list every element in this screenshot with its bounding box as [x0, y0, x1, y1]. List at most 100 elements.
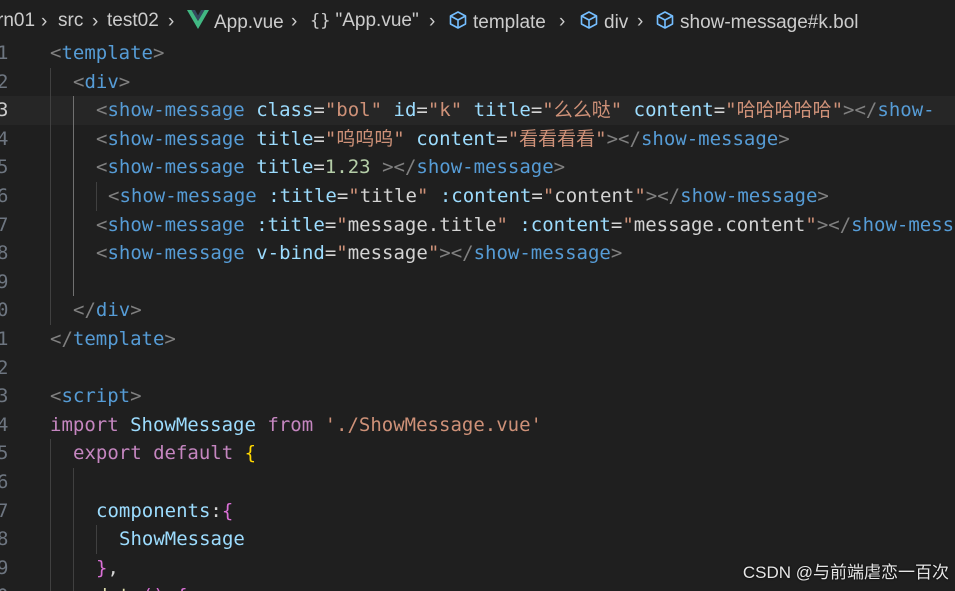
breadcrumb-item[interactable]: show-message#k.bol — [655, 10, 858, 36]
code-line[interactable]: 1 <template> — [0, 39, 955, 68]
code-line[interactable]: 8 <show-message v-bind="message"></show-m… — [0, 239, 955, 268]
code-token: show-message — [680, 185, 818, 207]
code-token: content — [554, 185, 635, 207]
code-token: = — [324, 242, 337, 265]
code-token: message — [347, 242, 428, 265]
indent-guide — [96, 182, 97, 211]
code-line[interactable]: 9 — [0, 268, 955, 297]
code-token: content — [633, 99, 714, 122]
line-number: 8 — [0, 242, 9, 265]
code-token: show-mess — [851, 213, 955, 236]
code-text: export default { — [73, 439, 256, 468]
chevron-right-icon: › — [559, 11, 566, 32]
chevron-right-icon: › — [168, 11, 175, 32]
breadcrumb-label: App.vue — [214, 12, 284, 33]
indent-guide — [73, 468, 74, 591]
code-token: < — [108, 185, 120, 207]
code-line[interactable]: 6 <show-message :title="title" :content="… — [0, 182, 955, 211]
code-text: components:{ — [96, 497, 233, 526]
code-line[interactable]: 5 export default { — [0, 439, 955, 468]
code-token: title — [359, 185, 417, 207]
code-token: show- — [877, 99, 935, 122]
code-token: default — [153, 442, 234, 465]
chevron-right-icon: › — [291, 11, 298, 32]
code-token: < — [50, 385, 62, 408]
code-token: " — [622, 213, 634, 236]
breadcrumb-item[interactable]: App.vue — [187, 10, 284, 36]
code-line[interactable]: 2 — [0, 354, 955, 383]
code-line[interactable]: 1 </template> — [0, 325, 955, 354]
braces-glyph: {} — [310, 11, 331, 31]
breadcrumb-item[interactable]: template — [448, 10, 546, 36]
code-line[interactable]: 4 import ShowMessage from './ShowMessage.… — [0, 411, 955, 440]
code-token: div — [95, 299, 131, 322]
code-token: { — [176, 585, 187, 591]
code-token: title — [256, 156, 314, 179]
line-number: 0 — [0, 299, 9, 322]
editor-window: rn01 › src › test02 › App.vue › {} "App.vue" › temp… — [0, 0, 955, 591]
breadcrumb-label: "App.vue" — [335, 10, 419, 31]
code-line[interactable]: 6 — [0, 468, 955, 497]
breadcrumb-label: div — [604, 12, 629, 33]
code-token: './ShowMessage.vue' — [324, 413, 542, 436]
code-token: = — [531, 185, 543, 207]
code-token: message.content — [633, 213, 806, 236]
code-line[interactable]: 8 ShowMessage — [0, 525, 955, 554]
code-line[interactable]: 3 <show-message class="bol" id="k" title=… — [0, 96, 955, 125]
code-line[interactable]: 3 <script> — [0, 382, 955, 411]
code-token: " — [634, 185, 646, 207]
breadcrumb-item[interactable]: rn01 — [0, 10, 35, 32]
code-line[interactable]: 0 </div> — [0, 296, 955, 325]
code-line[interactable]: 7 <show-message :title="message.title" :c… — [0, 211, 955, 240]
code-line[interactable]: 2 <div> — [0, 68, 955, 97]
code-line[interactable]: 0 data() { — [0, 582, 955, 591]
breadcrumb-label: src — [58, 10, 84, 31]
code-token: () — [142, 585, 165, 591]
code-token: show-message — [107, 99, 245, 122]
cube-icon — [655, 10, 675, 36]
code-token: "哈哈哈哈哈" — [725, 99, 844, 122]
code-token: show-message — [107, 127, 245, 150]
cube-icon — [579, 10, 599, 36]
code-token: :content — [439, 185, 532, 207]
code-token: = — [496, 127, 508, 150]
breadcrumb-item[interactable]: {} "App.vue" — [310, 10, 419, 32]
code-line[interactable]: 5 <show-message title=1.23 ></show-messag… — [0, 153, 955, 182]
code-token: :content — [519, 213, 611, 236]
chevron-right-icon: › — [41, 11, 48, 32]
line-number: 2 — [0, 70, 9, 93]
breadcrumb-label: template — [473, 12, 546, 33]
code-token: show-message — [473, 242, 611, 265]
chevron-right-icon: › — [429, 11, 436, 32]
code-line[interactable]: 7 components:{ — [0, 497, 955, 526]
breadcrumb-item[interactable]: div — [579, 10, 628, 36]
code-editor[interactable]: 1 <template> 2 <div> 3 <show-message class="b… — [0, 38, 955, 591]
code-token: " — [805, 213, 817, 236]
line-number: 6 — [0, 471, 9, 493]
code-token: </ — [50, 328, 73, 350]
line-number: 6 — [0, 185, 9, 207]
code-token: message.title — [347, 213, 497, 236]
chevron-right-icon: › — [637, 11, 644, 32]
code-token: = — [313, 156, 325, 179]
code-token: " — [542, 185, 555, 207]
breadcrumb-item[interactable]: src — [58, 10, 83, 32]
code-token: = — [313, 127, 325, 150]
code-token: content — [416, 127, 497, 150]
code-token: import — [50, 413, 119, 436]
code-token: ></ — [816, 213, 852, 236]
code-token: components — [96, 499, 211, 522]
indent-guide — [50, 439, 51, 591]
code-token: script — [61, 385, 131, 408]
code-token: < — [73, 70, 85, 93]
code-token: < — [96, 213, 108, 236]
code-text: </template> — [50, 325, 176, 354]
breadcrumb-item[interactable]: test02 — [107, 10, 159, 32]
code-token: ></ — [606, 127, 641, 150]
code-line[interactable]: 4 <show-message title="呜呜呜" content="看看看看… — [0, 125, 955, 154]
line-number: 5 — [0, 442, 9, 465]
line-number: 1 — [0, 328, 9, 350]
code-text: <show-message v-bind="message"></show-me… — [96, 239, 622, 268]
